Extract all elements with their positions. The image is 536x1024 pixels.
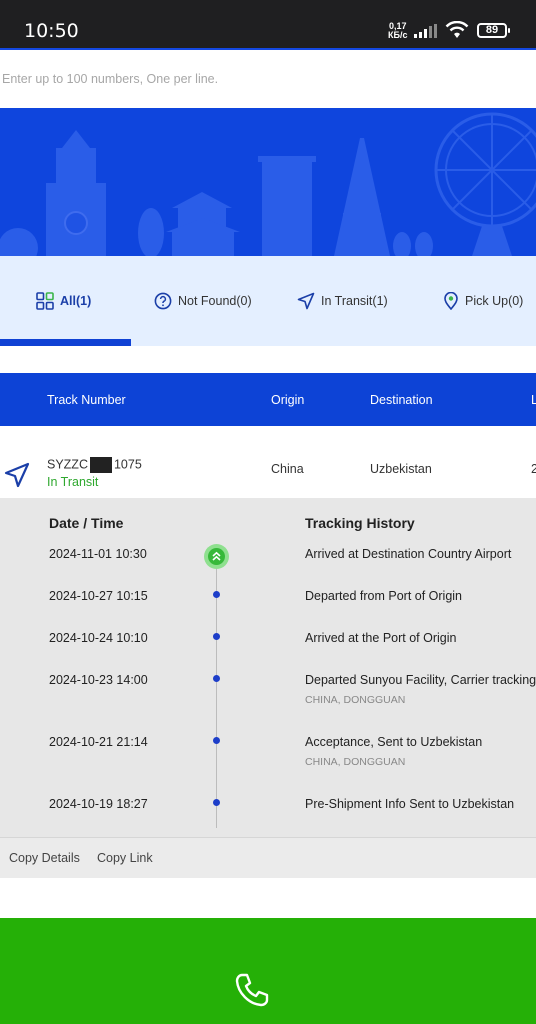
tab-all-label: All(1) — [60, 294, 92, 308]
collapse-history-button[interactable] — [204, 544, 229, 569]
status-filter-tabs: All(1) Not Found(0) In Transit(1) Pick U… — [0, 256, 536, 346]
wifi-icon — [445, 21, 469, 38]
event-date: 2024-10-19 18:27 — [49, 797, 148, 811]
redacted-block — [89, 457, 112, 473]
header-destination: Destination — [370, 393, 433, 407]
tab-pick-up-label: Pick Up(0) — [465, 294, 524, 308]
event-description: Acceptance, Sent to Uzbekistan — [305, 735, 483, 749]
tab-in-transit[interactable]: In Transit(1) — [297, 290, 388, 312]
header-track-number: Track Number — [47, 393, 126, 407]
timeline-dot — [213, 799, 220, 806]
chevron-double-up-icon — [212, 551, 221, 561]
tab-pick-up[interactable]: Pick Up(0) — [443, 290, 523, 312]
destination-value: Uzbekistan — [370, 462, 432, 476]
tab-all[interactable]: All(1) — [36, 290, 91, 312]
event-description: Pre-Shipment Info Sent to Uzbekistan — [305, 797, 515, 811]
event-date: 2024-10-27 10:15 — [49, 589, 148, 603]
tracking-history-panel: Date / Time Tracking History 2024-11-01 … — [0, 498, 536, 837]
signal-icon — [414, 24, 437, 38]
tab-in-transit-label: In Transit(1) — [321, 294, 388, 308]
navigation-arrow-icon — [297, 292, 315, 310]
input-placeholder: Enter up to 100 numbers, One per line. — [2, 72, 219, 86]
event-date: 2024-11-01 10:30 — [49, 547, 147, 561]
tab-not-found[interactable]: Not Found(0) — [154, 290, 252, 312]
origin-value: China — [271, 462, 304, 476]
event-date: 2024-10-23 14:00 — [49, 673, 148, 687]
track-number-suffix: 1075 — [113, 457, 142, 472]
event-date: 2024-10-21 21:14 — [49, 735, 148, 749]
table-header: Track Number Origin Destination L — [0, 373, 536, 426]
header-origin: Origin — [271, 393, 305, 407]
tracking-history-header: Tracking History — [305, 515, 415, 531]
tracking-number-input[interactable]: Enter up to 100 numbers, One per line. — [0, 50, 536, 108]
event-description: Departed from Port of Origin — [305, 589, 463, 603]
event-description: Arrived at Destination Country Airport — [305, 547, 512, 561]
header-last-event: L — [531, 393, 536, 407]
network-speed: 0,17 КБ/с — [388, 21, 408, 40]
timeline-dot — [213, 675, 220, 682]
timeline-dot — [213, 737, 220, 744]
timeline-dot — [213, 591, 220, 598]
navigation-arrow-icon — [4, 462, 30, 488]
call-button-bar[interactable] — [0, 918, 536, 1024]
history-actions-bar: Copy Details Copy Link — [0, 837, 536, 878]
tab-not-found-label: Not Found(0) — [178, 294, 252, 308]
grid-icon — [36, 292, 54, 310]
city-skyline-banner — [0, 108, 536, 256]
copy-link-link[interactable]: Copy Link — [97, 851, 153, 865]
date-time-header: Date / Time — [49, 515, 124, 531]
table-row[interactable]: SYZZC 1075 In Transit China Uzbekistan 2 — [0, 440, 536, 498]
event-date: 2024-10-24 10:10 — [49, 631, 148, 645]
track-number[interactable]: SYZZC 1075 — [47, 457, 142, 473]
skyline-illustration — [0, 112, 536, 256]
copy-details-link[interactable]: Copy Details — [9, 851, 80, 865]
battery-icon: 89 — [477, 23, 510, 38]
question-circle-icon — [154, 292, 172, 310]
phone-icon — [235, 973, 269, 1007]
timeline-dot — [213, 633, 220, 640]
clock: 10:50 — [24, 20, 79, 42]
last-event-value: 2 — [531, 462, 536, 476]
event-description: Departed Sunyou Facility, Carrier tracki… — [305, 673, 536, 687]
event-location: CHINA, DONGGUAN — [305, 756, 406, 768]
track-number-prefix: SYZZC — [47, 457, 88, 472]
event-location: CHINA, DONGGUAN — [305, 694, 406, 706]
event-description: Arrived at the Port of Origin — [305, 631, 457, 645]
status-label: In Transit — [47, 475, 99, 489]
status-bar: 10:50 0,17 КБ/с 89 — [0, 0, 536, 48]
active-tab-indicator — [0, 339, 131, 346]
map-pin-icon — [444, 292, 458, 310]
